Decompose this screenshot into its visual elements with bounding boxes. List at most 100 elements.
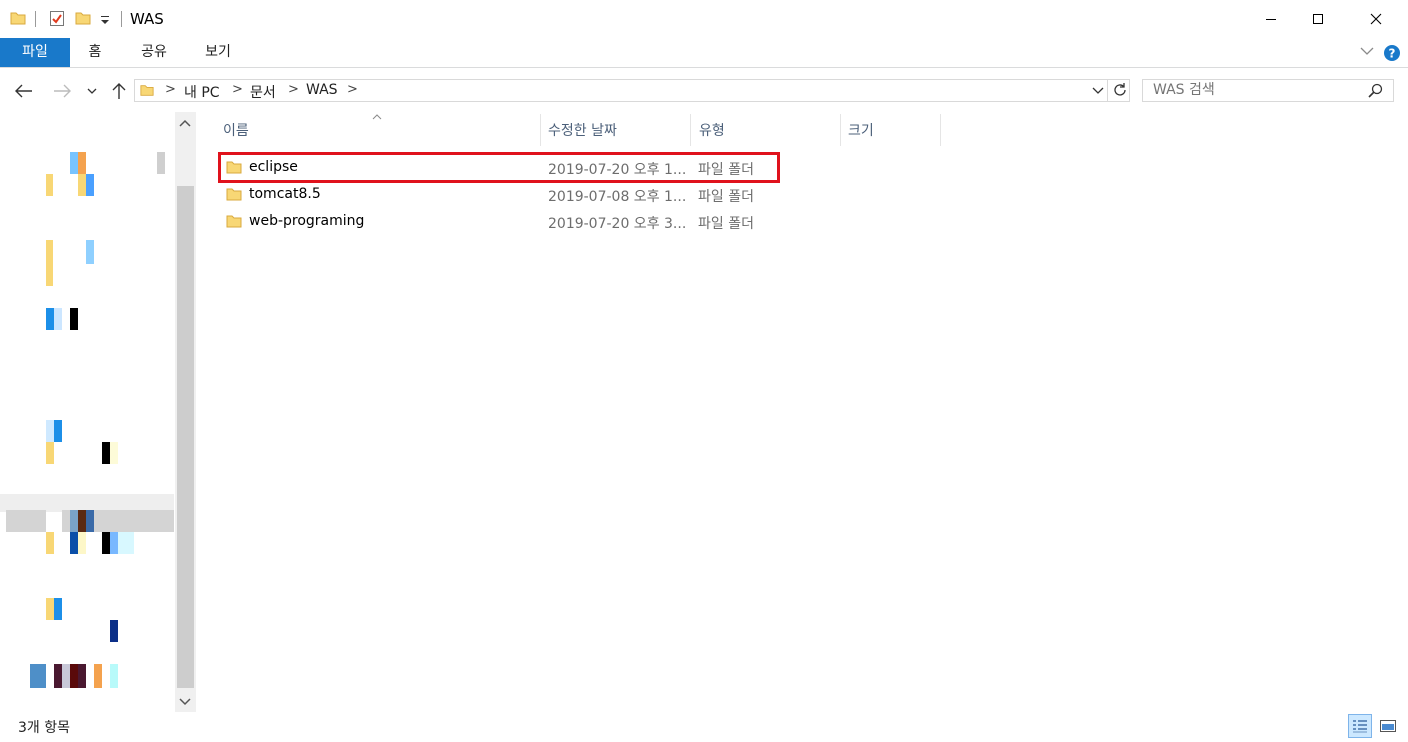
column-header-type[interactable]: 유형 <box>699 120 725 140</box>
breadcrumb-documents[interactable]: 문서 <box>250 82 276 102</box>
folder-icon <box>226 213 242 229</box>
nav-item-icon[interactable] <box>157 152 165 174</box>
navigation-pane[interactable] <box>0 112 196 712</box>
close-button[interactable] <box>1353 0 1399 38</box>
chevron-down-icon <box>87 88 97 94</box>
column-divider[interactable] <box>540 114 541 146</box>
details-view-button[interactable] <box>1348 714 1372 738</box>
nav-item-icon[interactable] <box>46 598 54 620</box>
help-icon[interactable]: ? <box>1383 44 1401 62</box>
nav-item-icon[interactable] <box>94 664 102 688</box>
nav-item-icon[interactable] <box>102 532 110 554</box>
nav-item-icon[interactable] <box>30 664 46 688</box>
file-date-modified: 2019-07-08 오후 1... <box>548 189 687 205</box>
nav-item-selected[interactable] <box>94 510 174 532</box>
tab-file[interactable]: 파일 <box>0 38 70 67</box>
nav-item-icon[interactable] <box>86 174 94 196</box>
column-divider[interactable] <box>940 114 941 146</box>
column-divider[interactable] <box>840 114 841 146</box>
nav-item-icon[interactable] <box>70 510 78 532</box>
tab-home[interactable]: 홈 <box>78 38 112 67</box>
nav-item-icon[interactable] <box>118 532 134 554</box>
breadcrumb-was[interactable]: WAS <box>306 82 338 98</box>
forward-button[interactable] <box>50 80 74 102</box>
ribbon-divider <box>0 67 1408 68</box>
preview-view-icon <box>1380 720 1396 732</box>
file-row-web-programing[interactable]: web-programing 2019-07-20 오후 3... 파일 폴더 <box>218 208 780 235</box>
nav-item-icon[interactable] <box>70 308 78 330</box>
nav-item-icon[interactable] <box>46 308 54 330</box>
nav-item-icon[interactable] <box>110 620 118 642</box>
highlight-box <box>218 152 780 183</box>
nav-item-icon[interactable] <box>78 532 86 554</box>
nav-item-icon[interactable] <box>54 598 62 620</box>
nav-item-icon[interactable] <box>86 240 94 264</box>
breadcrumb-separator-icon[interactable]: > <box>165 82 176 97</box>
nav-item-icon[interactable] <box>46 532 54 554</box>
back-button[interactable] <box>12 80 36 102</box>
title-separator <box>121 11 122 27</box>
nav-item-icon[interactable] <box>110 664 118 688</box>
file-row-tomcat[interactable]: tomcat8.5 2019-07-08 오후 1... 파일 폴더 <box>218 181 780 208</box>
customize-dropdown-icon[interactable] <box>100 14 110 26</box>
nav-item-icon[interactable] <box>46 420 54 442</box>
column-divider[interactable] <box>690 114 691 146</box>
breadcrumb-separator-icon[interactable]: > <box>288 82 299 97</box>
recent-locations-button[interactable] <box>82 80 102 102</box>
large-icons-view-button[interactable] <box>1376 714 1400 738</box>
nav-item-icon[interactable] <box>102 442 110 464</box>
close-icon <box>1370 13 1382 25</box>
up-arrow-icon <box>112 83 126 99</box>
nav-scrollbar-thumb[interactable] <box>177 186 194 688</box>
address-bar[interactable] <box>134 79 1130 102</box>
nav-item-icon[interactable] <box>78 510 86 532</box>
address-history-dropdown-icon[interactable] <box>1092 86 1104 95</box>
column-header-name[interactable]: 이름 <box>223 120 249 140</box>
status-item-count: 3개 항목 <box>18 720 70 736</box>
sort-ascending-icon <box>372 114 382 120</box>
nav-item-selected[interactable] <box>6 510 46 532</box>
column-header-date-modified[interactable]: 수정한 날짜 <box>548 120 617 140</box>
nav-item-icon[interactable] <box>70 664 78 688</box>
nav-item-icon[interactable] <box>70 532 78 554</box>
svg-text:?: ? <box>1389 47 1396 61</box>
minimize-button[interactable] <box>1248 0 1294 38</box>
tab-share[interactable]: 공유 <box>130 38 178 67</box>
nav-item-icon[interactable] <box>78 152 86 174</box>
new-folder-icon[interactable] <box>75 10 91 26</box>
search-input[interactable] <box>1153 82 1353 98</box>
nav-item-selected[interactable] <box>62 510 70 532</box>
properties-icon[interactable] <box>49 10 65 27</box>
column-header-size[interactable]: 크기 <box>848 120 874 140</box>
nav-item-icon[interactable] <box>110 442 118 464</box>
nav-item-icon[interactable] <box>70 152 78 174</box>
nav-item-icon[interactable] <box>78 174 86 196</box>
scroll-up-icon[interactable] <box>179 119 191 127</box>
up-button[interactable] <box>107 80 131 102</box>
search-icon[interactable] <box>1368 83 1383 98</box>
nav-item-icon[interactable] <box>62 664 70 688</box>
file-name[interactable]: web-programing <box>249 213 364 229</box>
nav-item-icon[interactable] <box>46 174 53 196</box>
file-name[interactable]: tomcat8.5 <box>249 186 321 202</box>
nav-item-icon[interactable] <box>110 532 118 554</box>
scroll-down-icon[interactable] <box>179 698 191 706</box>
expand-ribbon-icon[interactable] <box>1360 46 1374 56</box>
file-date-modified: 2019-07-20 오후 3... <box>548 216 687 232</box>
breadcrumb-separator-icon[interactable]: > <box>347 82 358 97</box>
search-box[interactable] <box>1142 79 1394 102</box>
nav-item-icon[interactable] <box>54 420 62 442</box>
refresh-icon[interactable] <box>1112 82 1128 98</box>
nav-item-icon[interactable] <box>54 664 62 688</box>
details-view-icon <box>1353 720 1367 733</box>
nav-item-icon[interactable] <box>86 510 94 532</box>
breadcrumb-this-pc[interactable]: 내 PC <box>184 82 220 102</box>
breadcrumb-separator-icon[interactable]: > <box>232 82 243 97</box>
nav-item-icon[interactable] <box>78 664 86 688</box>
maximize-button[interactable] <box>1295 0 1341 38</box>
nav-item-icon[interactable] <box>54 308 62 330</box>
tab-view[interactable]: 보기 <box>194 38 242 67</box>
minimize-icon <box>1266 19 1276 20</box>
nav-item-icon[interactable] <box>46 240 53 286</box>
nav-item-icon[interactable] <box>46 442 54 464</box>
